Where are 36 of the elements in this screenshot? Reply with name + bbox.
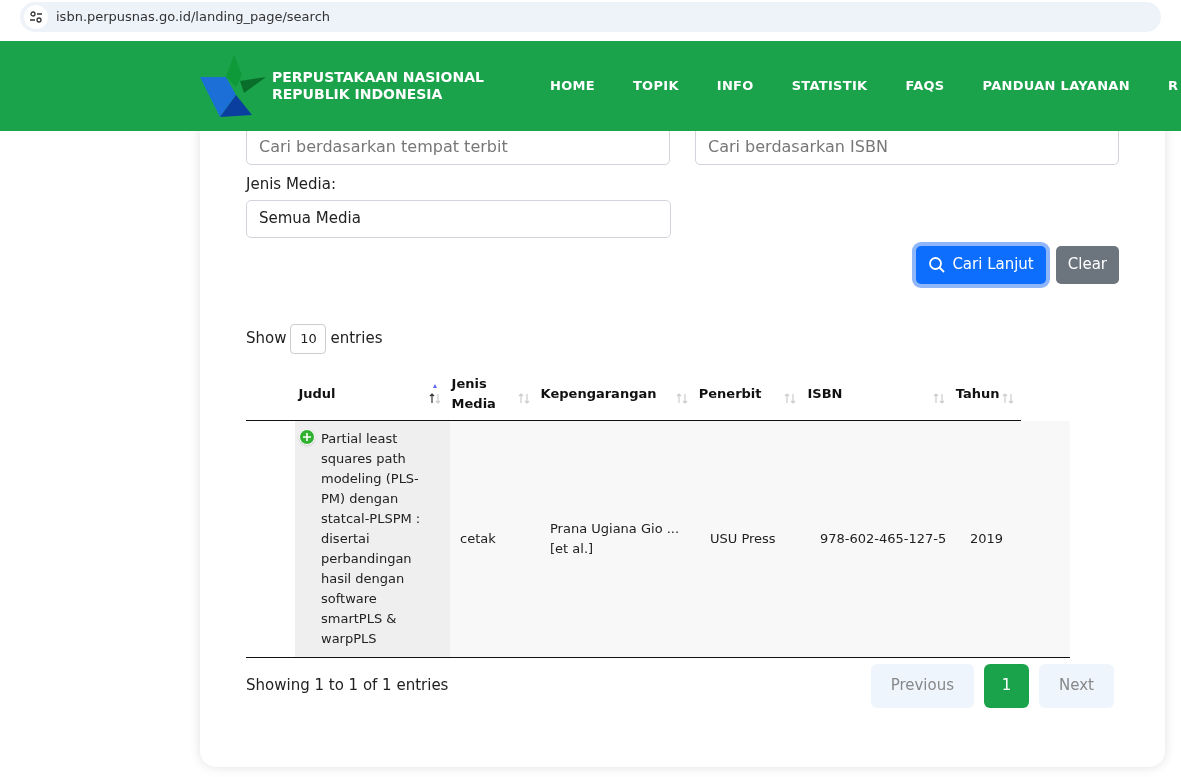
column-header[interactable]: ISBN: [807, 383, 843, 404]
url-text: isbn.perpusnas.go.id/landing_page/search: [56, 8, 331, 27]
nav-link[interactable]: STATISTIK: [791, 76, 868, 96]
table-cell-text: 2019: [970, 529, 1004, 548]
nav-link[interactable]: PANDUAN LAYANAN: [982, 76, 1130, 96]
table-cell-text: cetak: [460, 529, 496, 548]
table-cell-text: 978-602-465-127-5: [820, 529, 947, 548]
logo-subtitle: REPUBLIK INDONESIA: [272, 86, 444, 103]
column-header[interactable]: Penerbit: [698, 383, 762, 404]
sort-icon[interactable]: [427, 382, 442, 405]
star-logo-icon: [200, 55, 266, 117]
nav-link[interactable]: R: [1167, 76, 1179, 96]
nav-link[interactable]: HOME: [549, 76, 595, 96]
table-info: Showing 1 to 1 of 1 entries: [246, 675, 449, 697]
nav-link[interactable]: INFO: [716, 76, 754, 96]
logo-title: PERPUSTAKAAN NASIONAL: [272, 69, 484, 86]
search-icon: [928, 255, 947, 274]
column-header[interactable]: Kepengarangan: [540, 383, 657, 404]
show-label: Show: [246, 328, 287, 350]
column-header[interactable]: Jenis Media: [451, 373, 517, 414]
column-header[interactable]: Tahun: [955, 383, 1000, 404]
page-button[interactable]: 1: [984, 663, 1030, 708]
nav-link[interactable]: FAQS: [905, 76, 945, 96]
table-cell-text: Prana Ugiana Gio ... [et al.]: [550, 519, 681, 558]
nav-link[interactable]: TOPIK: [632, 76, 679, 96]
table-cell-text: USU Press: [710, 529, 776, 548]
entries-label: entries: [330, 328, 383, 350]
site-settings-icon[interactable]: [24, 5, 48, 29]
column-header[interactable]: Judul: [298, 383, 336, 404]
media-select[interactable]: Semua Media: [246, 199, 671, 238]
clear-button[interactable]: Clear: [1055, 245, 1119, 284]
page-length-select[interactable]: 10: [290, 323, 327, 354]
table-cell: Partial least squares path modeling (PLS-PM) dengan statcal-PLSPM : disertai perbandingan hasil dengan software smartPLS & warpPLS: [295, 420, 450, 657]
expand-icon[interactable]: [299, 428, 315, 445]
address-bar[interactable]: isbn.perpusnas.go.id/landing_page/search: [20, 2, 1161, 32]
media-label: Jenis Media:: [246, 174, 337, 195]
